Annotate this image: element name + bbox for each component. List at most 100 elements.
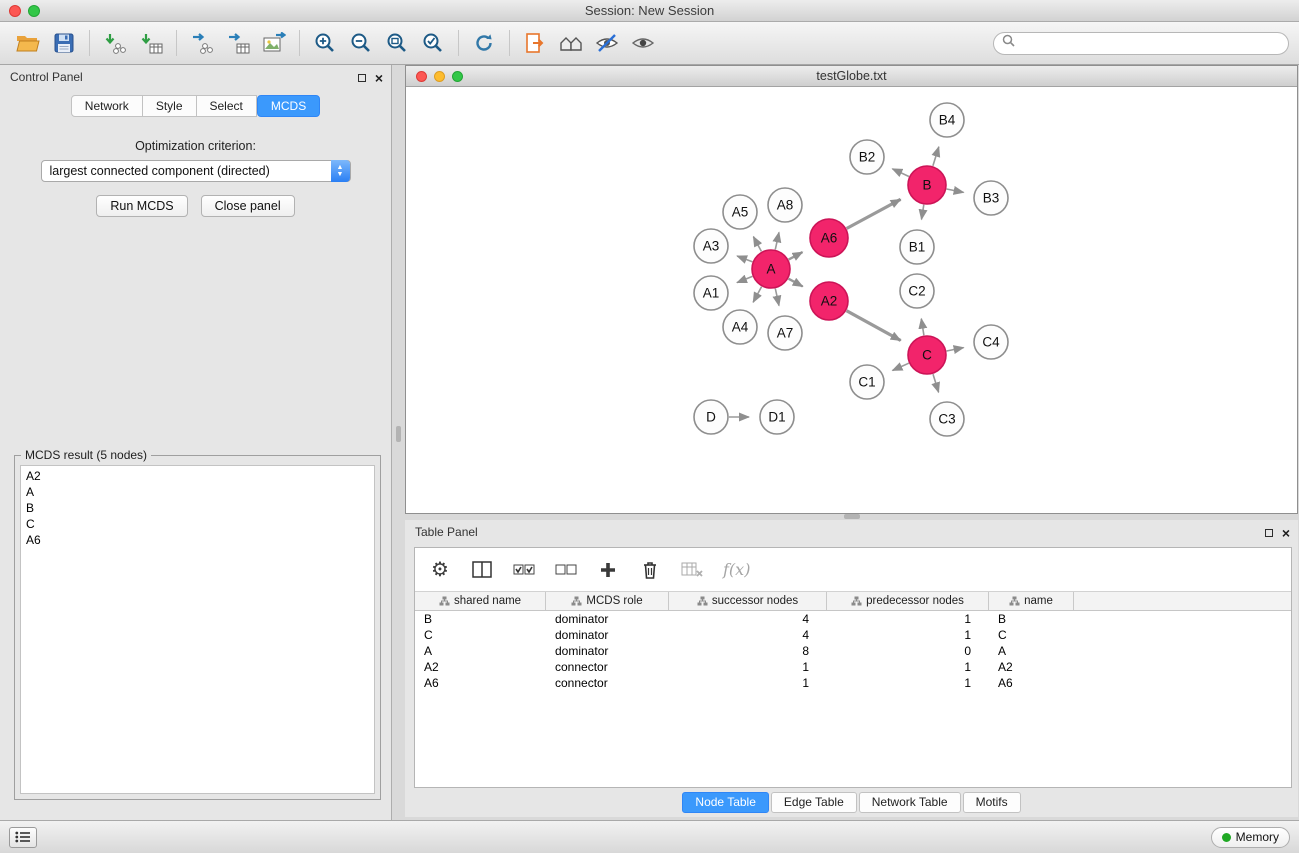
graph-edge-B-B2[interactable] <box>892 169 909 177</box>
graph-edge-A-A3[interactable] <box>737 256 752 262</box>
graph-node-A1[interactable]: A1 <box>694 276 728 310</box>
horizontal-splitter-handle[interactable] <box>844 514 860 519</box>
hide-details-icon[interactable] <box>589 26 625 60</box>
search-input[interactable] <box>1020 36 1280 50</box>
delete-column-icon[interactable] <box>639 557 661 583</box>
tab-select[interactable]: Select <box>197 95 257 117</box>
graph-node-B[interactable]: B <box>908 166 946 204</box>
optimization-select[interactable]: largest connected component (directed) ▲… <box>41 160 351 182</box>
tab-style[interactable]: Style <box>143 95 197 117</box>
tab-node-table[interactable]: Node Table <box>682 792 769 813</box>
tab-network[interactable]: Network <box>71 95 143 117</box>
zoom-window-button[interactable] <box>28 5 40 17</box>
mcds-result-item[interactable]: A6 <box>21 532 374 548</box>
graph-node-B4[interactable]: B4 <box>930 103 964 137</box>
create-column-icon[interactable] <box>597 557 619 583</box>
graph-node-B3[interactable]: B3 <box>974 181 1008 215</box>
graph-edge-A-A8[interactable] <box>775 232 779 249</box>
graph-edge-C-C2[interactable] <box>921 319 924 336</box>
graph-node-C1[interactable]: C1 <box>850 365 884 399</box>
close-network-window-button[interactable] <box>416 71 427 82</box>
tab-edge-table[interactable]: Edge Table <box>771 792 857 813</box>
import-network-icon[interactable] <box>97 26 133 60</box>
graph-edge-B-B3[interactable] <box>947 189 964 192</box>
function-builder-icon[interactable]: f(x) <box>723 557 750 583</box>
export-image-icon[interactable] <box>256 26 292 60</box>
graph-edge-A-A7[interactable] <box>775 289 779 306</box>
column-header-MCDS-role[interactable]: MCDS role <box>546 592 669 610</box>
mcds-result-item[interactable]: B <box>21 500 374 516</box>
graph-node-D1[interactable]: D1 <box>760 400 794 434</box>
float-panel-icon[interactable] <box>358 74 366 82</box>
vertical-splitter-handle[interactable] <box>396 426 401 442</box>
graph-edge-C-C4[interactable] <box>947 348 964 351</box>
column-header-successor-nodes[interactable]: successor nodes <box>669 592 827 610</box>
network-canvas[interactable]: B4B2BB3A5A8A6B1A3AC2A1A2A4A7C4CC1C3DD1 <box>406 87 1297 513</box>
table-row[interactable]: Cdominator41C <box>415 627 1291 643</box>
graph-node-A[interactable]: A <box>752 250 790 288</box>
column-header-shared-name[interactable]: shared name <box>415 592 546 610</box>
export-table-icon[interactable] <box>220 26 256 60</box>
graph-node-A8[interactable]: A8 <box>768 188 802 222</box>
graph-edge-B-B1[interactable] <box>922 205 924 220</box>
select-all-columns-icon[interactable] <box>513 557 535 583</box>
zoom-in-icon[interactable] <box>307 26 343 60</box>
tab-network-table[interactable]: Network Table <box>859 792 961 813</box>
mcds-result-item[interactable]: A <box>21 484 374 500</box>
search-box[interactable] <box>993 32 1289 55</box>
graph-node-A7[interactable]: A7 <box>768 316 802 350</box>
mcds-result-item[interactable]: A2 <box>21 468 374 484</box>
table-row[interactable]: Adominator80A <box>415 643 1291 659</box>
delete-table-icon[interactable] <box>681 557 703 583</box>
graph-edge-A-A1[interactable] <box>737 276 752 282</box>
unselect-all-columns-icon[interactable] <box>555 557 577 583</box>
graph-edge-C-C1[interactable] <box>893 363 909 370</box>
graph-edge-A-A5[interactable] <box>753 237 761 252</box>
minimize-network-window-button[interactable] <box>434 71 445 82</box>
graph-node-A2[interactable]: A2 <box>810 282 848 320</box>
graph-node-C3[interactable]: C3 <box>930 402 964 436</box>
table-row[interactable]: A6connector11A6 <box>415 675 1291 691</box>
zoom-out-icon[interactable] <box>343 26 379 60</box>
graph-node-D[interactable]: D <box>694 400 728 434</box>
run-mcds-button[interactable]: Run MCDS <box>96 195 187 217</box>
graph-edge-A-A4[interactable] <box>753 287 761 303</box>
import-table-icon[interactable] <box>133 26 169 60</box>
zoom-network-window-button[interactable] <box>452 71 463 82</box>
graph-node-C4[interactable]: C4 <box>974 325 1008 359</box>
graph-edge-A6-B[interactable] <box>847 199 901 228</box>
show-columns-icon[interactable] <box>471 557 493 583</box>
tab-motifs[interactable]: Motifs <box>963 792 1021 813</box>
mcds-result-item[interactable]: C <box>21 516 374 532</box>
close-window-button[interactable] <box>9 5 21 17</box>
close-table-panel-icon[interactable]: × <box>1282 526 1290 540</box>
task-history-icon[interactable] <box>9 827 37 848</box>
close-panel-icon[interactable]: × <box>375 71 383 85</box>
graph-node-A4[interactable]: A4 <box>723 310 757 344</box>
float-table-panel-icon[interactable] <box>1265 529 1273 537</box>
graph-node-A6[interactable]: A6 <box>810 219 848 257</box>
tab-mcds[interactable]: MCDS <box>257 95 320 117</box>
graph-node-C[interactable]: C <box>908 336 946 374</box>
graph-node-B2[interactable]: B2 <box>850 140 884 174</box>
show-details-icon[interactable] <box>625 26 661 60</box>
home-network-icon[interactable] <box>553 26 589 60</box>
table-row[interactable]: Bdominator41B <box>415 611 1291 627</box>
open-session-file-icon[interactable] <box>517 26 553 60</box>
open-file-icon[interactable] <box>10 26 46 60</box>
graph-edge-C-C3[interactable] <box>933 374 939 392</box>
zoom-fit-icon[interactable] <box>379 26 415 60</box>
table-mode-gear-icon[interactable]: ⚙ <box>429 557 451 583</box>
column-header-name[interactable]: name <box>989 592 1074 610</box>
save-session-icon[interactable] <box>46 26 82 60</box>
memory-button[interactable]: Memory <box>1211 827 1290 848</box>
graph-node-A5[interactable]: A5 <box>723 195 757 229</box>
refresh-icon[interactable] <box>466 26 502 60</box>
graph-edge-A2-C[interactable] <box>847 311 901 341</box>
graph-edge-A-A2[interactable] <box>789 279 803 287</box>
graph-node-C2[interactable]: C2 <box>900 274 934 308</box>
graph-edge-A-A6[interactable] <box>789 252 803 260</box>
export-network-icon[interactable] <box>184 26 220 60</box>
graph-node-A3[interactable]: A3 <box>694 229 728 263</box>
table-row[interactable]: A2connector11A2 <box>415 659 1291 675</box>
